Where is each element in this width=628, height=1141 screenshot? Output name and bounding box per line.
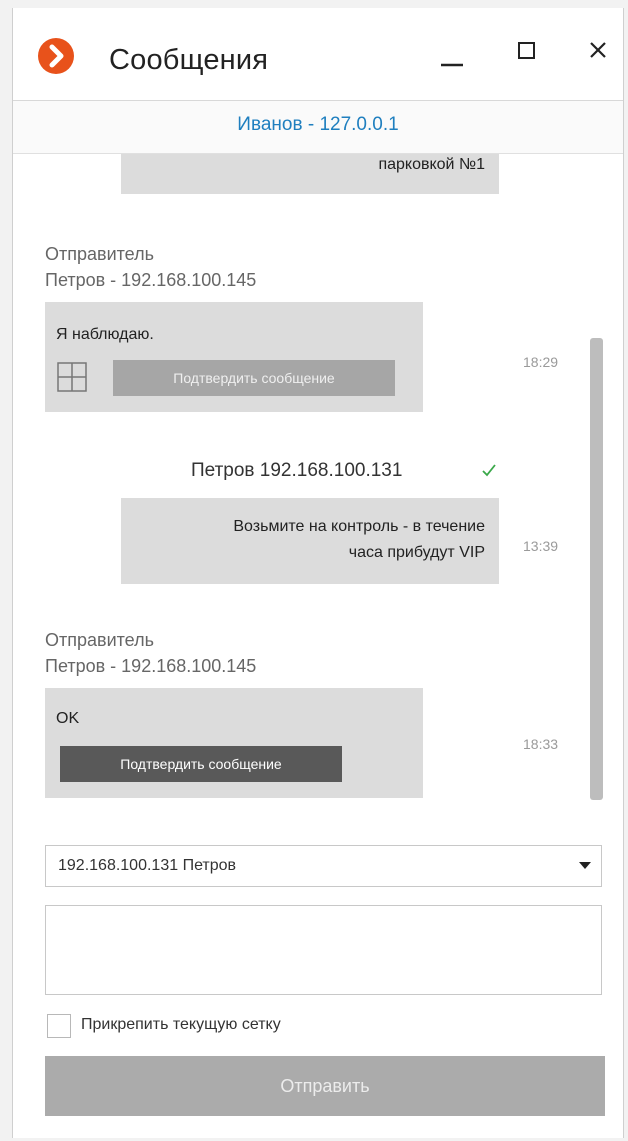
close-icon (590, 42, 606, 58)
message-input[interactable] (45, 905, 602, 995)
message-bubble-incoming: Я наблюдаю. Подтвердить сообщение (45, 302, 423, 412)
dropdown-arrow-icon (579, 862, 591, 869)
message-text-line: часа прибудут VIP (348, 544, 485, 561)
sender-name: Петров - 192.168.100.145 (45, 656, 257, 676)
messages-window: Сообщения Иванов - 127.0.0.1 парковкой №… (12, 8, 624, 1138)
message-bubble-outgoing: парковкой №1 (121, 154, 499, 194)
sender-prefix: Отправитель (45, 244, 154, 264)
message-time: 18:33 (523, 736, 559, 752)
window-title: Сообщения (109, 44, 269, 76)
maximize-button[interactable] (507, 34, 547, 74)
message-bubble-outgoing: Возьмите на контроль - в течение часа пр… (121, 498, 499, 584)
message-text: парковкой №1 (378, 156, 485, 173)
message-text: Я наблюдаю. (56, 326, 154, 343)
title-bar: Сообщения (13, 8, 623, 101)
message-time: 13:39 (523, 538, 559, 554)
recipient-label: Петров 192.168.100.131 (191, 460, 403, 481)
contact-name: Иванов - 127.0.0.1 (237, 114, 399, 135)
contact-header: Иванов - 127.0.0.1 (13, 101, 623, 154)
grid-layout-icon[interactable] (57, 362, 87, 392)
close-button[interactable] (581, 34, 621, 74)
sender-prefix: Отправитель (45, 630, 154, 650)
attach-grid-label[interactable]: Прикрепить текущую сетку (81, 1016, 281, 1034)
app-logo-icon (38, 38, 74, 74)
minimize-button[interactable] (431, 34, 471, 74)
confirm-message-button[interactable]: Подтвердить сообщение (113, 360, 395, 396)
recipient-select[interactable]: 192.168.100.131 Петров (45, 845, 602, 887)
checkmark-icon (481, 462, 497, 483)
attach-grid-checkbox[interactable] (47, 1014, 71, 1038)
message-text: OK (56, 710, 80, 727)
message-list[interactable]: парковкой №1 Отправитель Петров - 192.16… (13, 154, 623, 830)
message-time: 18:29 (523, 354, 559, 370)
send-button[interactable]: Отправить (45, 1056, 605, 1116)
message-bubble-incoming: OK Подтвердить сообщение (45, 688, 423, 798)
sender-name: Петров - 192.168.100.145 (45, 270, 257, 290)
minimize-icon (441, 63, 463, 67)
maximize-icon (518, 42, 535, 59)
recipient-select-value: 192.168.100.131 Петров (58, 857, 237, 874)
scrollbar-thumb[interactable] (590, 338, 603, 800)
message-text-line: Возьмите на контроль - в течение (233, 518, 485, 535)
confirm-message-button[interactable]: Подтвердить сообщение (60, 746, 342, 782)
